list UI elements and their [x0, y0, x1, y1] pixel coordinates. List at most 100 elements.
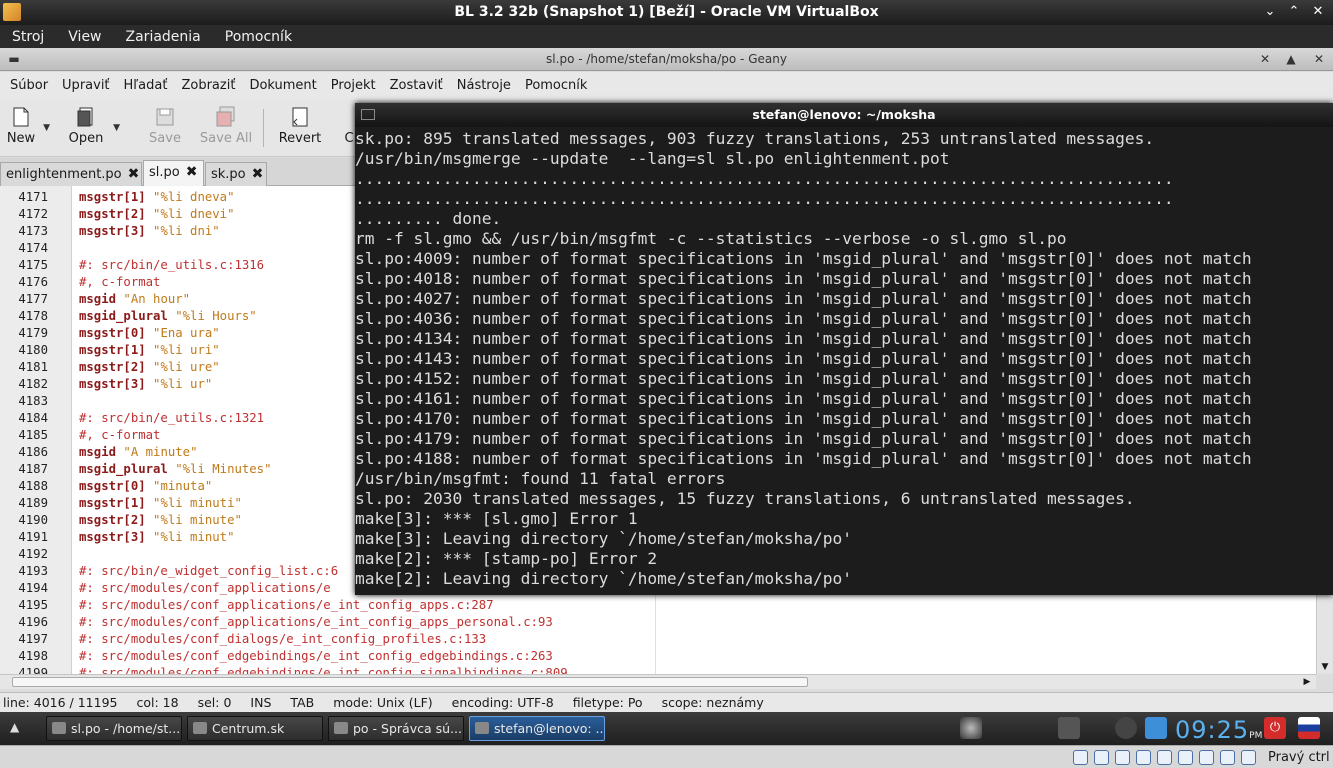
line-code: msgstr[3] "%li minut" [79, 529, 234, 546]
close-icon[interactable]: ✕ [1309, 3, 1327, 21]
menu-search[interactable]: Hľadať [117, 78, 175, 93]
menu-tools[interactable]: Nástroje [450, 78, 518, 93]
vbox-menu-help[interactable]: Pomocník [213, 29, 304, 45]
close-tab-icon[interactable]: ✖ [252, 166, 264, 182]
terminal-line: sl.po:4018: number of format specificati… [355, 269, 1252, 288]
cpu-icon[interactable] [1220, 750, 1235, 765]
editor-line[interactable]: 4195 #: src/modules/conf_applications/e_i… [0, 597, 1316, 614]
tab-enlightenment-po[interactable]: enlightenment.po ✖ [0, 162, 142, 186]
maximize-icon[interactable]: ▲ [1283, 51, 1299, 67]
menu-view[interactable]: Zobraziť [174, 78, 242, 93]
geany-icon [52, 722, 66, 734]
clipboard-icon[interactable] [1145, 717, 1167, 739]
editor-line[interactable]: 4198 #: src/modules/conf_edgebindings/e_i… [0, 648, 1316, 665]
start-menu-icon[interactable]: ▲ [10, 720, 19, 734]
line-code: msgid "A minute" [79, 444, 197, 461]
line-number: 4196 [18, 615, 48, 629]
shared-folder-icon[interactable] [1178, 750, 1193, 765]
menu-edit[interactable]: Upraviť [55, 78, 116, 93]
slovak-flag-icon[interactable] [1298, 717, 1320, 739]
vbox-menubar: Stroj View Zariadenia Pomocník [0, 25, 1333, 48]
terminal-line: sl.po: 2030 translated messages, 15 fuzz… [355, 489, 1135, 508]
network-adapter-icon[interactable] [1136, 750, 1151, 765]
menu-build[interactable]: Zostaviť [383, 78, 450, 93]
close-button[interactable]: C [342, 103, 356, 153]
po-string: "An hour" [116, 292, 191, 306]
open-dropdown-icon[interactable]: ▼ [113, 123, 120, 133]
status-line: line: 4016 / 11195 [3, 695, 118, 710]
network-icon[interactable] [1115, 717, 1137, 739]
hard-disk-icon[interactable] [1073, 750, 1088, 765]
scroll-right-icon[interactable]: ▶ [1300, 675, 1314, 689]
new-dropdown-icon[interactable]: ▼ [43, 123, 50, 133]
task-file-manager[interactable]: po - Správca sú... [328, 716, 464, 741]
geany-menubar: Súbor Upraviť Hľadať Zobraziť Dokument P… [0, 72, 1333, 99]
line-code: msgstr[0] "Ena ura" [79, 325, 220, 342]
save-button[interactable]: Save [147, 103, 183, 153]
scroll-down-icon[interactable]: ▼ [1317, 660, 1333, 674]
minimize-icon[interactable]: ✕ [1257, 51, 1273, 67]
display-icon[interactable] [1199, 750, 1214, 765]
revert-icon [292, 107, 308, 127]
line-number: 4171 [18, 190, 48, 204]
editor-line[interactable]: 4196 #: src/modules/conf_applications/e_i… [0, 614, 1316, 631]
editor-line[interactable]: 4199 #: src/modules/conf_edgebindings/e_i… [0, 665, 1316, 674]
line-number: 4181 [18, 360, 48, 374]
speaker-icon[interactable] [960, 717, 982, 739]
open-file-icon [77, 107, 93, 127]
menu-document[interactable]: Dokument [242, 78, 323, 93]
menu-file[interactable]: Súbor [3, 78, 55, 93]
vbox-statusbar: Pravý ctrl [0, 745, 1333, 768]
line-number: 4172 [18, 207, 48, 221]
task-browser[interactable]: Centrum.sk [187, 716, 323, 741]
save-all-button[interactable]: Save All [199, 103, 253, 153]
mouse-integration-icon[interactable] [1241, 750, 1256, 765]
vbox-menu-devices[interactable]: Zariadenia [114, 29, 213, 45]
line-number: 4187 [18, 462, 48, 476]
menu-help[interactable]: Pomocník [518, 78, 594, 93]
horizontal-scrollbar[interactable]: ▶ [0, 674, 1316, 689]
line-number: 4189 [18, 496, 48, 510]
task-geany[interactable]: sl.po - /home/st... [46, 716, 182, 741]
po-keyword: msgstr[3] [79, 224, 146, 238]
pen-icon[interactable] [1058, 717, 1080, 739]
line-number: 4199 [18, 666, 48, 674]
line-number: 4183 [18, 394, 48, 408]
po-string: "%li ur" [145, 377, 213, 391]
po-comment: #: src/modules/conf_dialogs/e_int_config… [79, 632, 487, 646]
revert-button[interactable]: Revert [278, 103, 322, 153]
clock[interactable]: 09:25PM [1175, 716, 1262, 744]
close-tab-icon[interactable]: ✖ [128, 166, 140, 182]
terminal-window[interactable]: stefan@lenovo: ~/moksha sk.po: 895 trans… [355, 103, 1333, 595]
editor-line[interactable]: 4197 #: src/modules/conf_dialogs/e_int_co… [0, 631, 1316, 648]
menu-project[interactable]: Projekt [324, 78, 383, 93]
task-terminal[interactable]: stefan@lenovo: ... [469, 716, 605, 741]
power-icon[interactable]: ⏻ [1264, 717, 1286, 739]
usb-icon[interactable] [1157, 750, 1172, 765]
terminal-line: sl.po:4036: number of format specificati… [355, 309, 1252, 328]
line-code: #: src/bin/e_utils.c:1316 [79, 257, 264, 274]
maximize-icon[interactable]: ⌃ [1285, 3, 1303, 21]
new-button[interactable]: New ▼ [6, 103, 50, 153]
optical-drive-icon[interactable] [1094, 750, 1109, 765]
tab-sl-po[interactable]: sl.po ✖ [143, 160, 204, 186]
po-keyword: msgstr[0] [79, 479, 146, 493]
status-encoding: encoding: UTF-8 [451, 695, 554, 710]
terminal-line: /usr/bin/msgfmt: found 11 fatal errors [355, 469, 726, 488]
po-keyword: msgstr[1] [79, 496, 146, 510]
close-icon[interactable]: ✕ [1311, 51, 1327, 67]
line-number: 4185 [18, 428, 48, 442]
minimize-icon[interactable]: ⌄ [1261, 3, 1279, 21]
po-comment: #: src/modules/conf_edgebindings/e_int_c… [79, 666, 568, 674]
horizontal-scroll-thumb[interactable] [12, 677, 808, 687]
vbox-menu-machine[interactable]: Stroj [0, 29, 56, 45]
open-button[interactable]: Open ▼ [66, 103, 120, 153]
line-number: 4175 [18, 258, 48, 272]
audio-icon[interactable] [1115, 750, 1130, 765]
tab-sk-po[interactable]: sk.po ✖ [205, 162, 267, 186]
terminal-line: make[3]: *** [sl.gmo] Error 1 [355, 509, 638, 528]
geany-window-title: sl.po - /home/stefan/moksha/po - Geany [546, 52, 787, 66]
geany-titlebar: ▬ sl.po - /home/stefan/moksha/po - Geany… [0, 48, 1333, 71]
vbox-menu-view[interactable]: View [56, 29, 113, 45]
close-tab-icon[interactable]: ✖ [186, 164, 198, 180]
